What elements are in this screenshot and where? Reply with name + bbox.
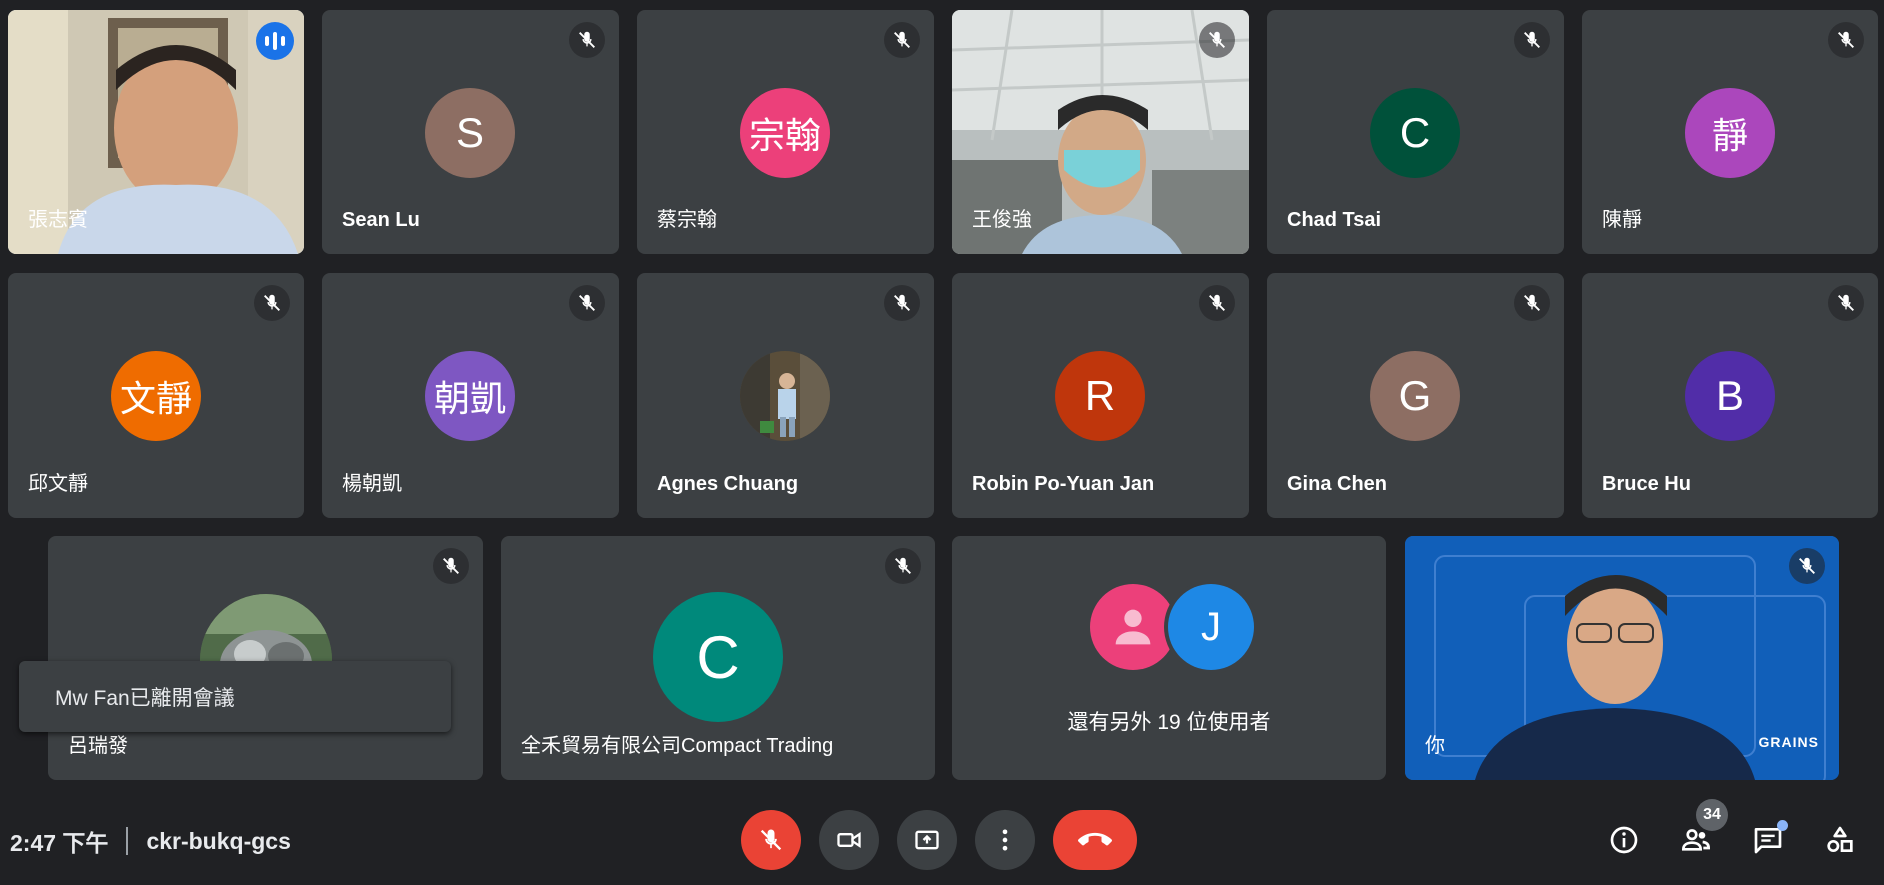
mic-off-icon bbox=[1828, 285, 1864, 321]
mic-off-icon bbox=[433, 548, 469, 584]
participant-name: Bruce Hu bbox=[1602, 473, 1691, 495]
activities-button[interactable] bbox=[1820, 820, 1860, 860]
others-tile[interactable]: J 還有另外 19 位使用者 bbox=[952, 536, 1386, 780]
participant-tile-8[interactable]: 朝凱 楊朝凱 bbox=[322, 273, 619, 518]
mic-off-icon bbox=[1199, 22, 1235, 58]
participant-name: 你 bbox=[1425, 735, 1445, 757]
participant-tile-1[interactable]: 張志賓 bbox=[8, 10, 304, 254]
avatar: R bbox=[1055, 351, 1145, 441]
participant-tile-5[interactable]: C Chad Tsai bbox=[1267, 10, 1564, 254]
mic-off-icon bbox=[884, 22, 920, 58]
leave-call-button[interactable] bbox=[1053, 810, 1137, 870]
participant-name: 楊朝凱 bbox=[342, 473, 402, 495]
avatar: C bbox=[1370, 88, 1460, 178]
participant-tile-10[interactable]: R Robin Po-Yuan Jan bbox=[952, 273, 1249, 518]
videocam-icon bbox=[837, 831, 861, 849]
avatar: G bbox=[1370, 351, 1460, 441]
mic-off-icon bbox=[569, 22, 605, 58]
mic-off-icon bbox=[254, 285, 290, 321]
person-icon bbox=[1090, 584, 1176, 670]
avatar: J bbox=[1168, 584, 1254, 670]
call-end-icon bbox=[1078, 832, 1112, 846]
mic-off-icon bbox=[884, 285, 920, 321]
participant-tile-3[interactable]: 宗翰 蔡宗翰 bbox=[637, 10, 934, 254]
meeting-code: ckr-bukq-gcs bbox=[146, 827, 291, 854]
participant-tile-9[interactable]: Agnes Chuang bbox=[637, 273, 934, 518]
participant-name: 邱文靜 bbox=[28, 473, 88, 495]
chat-notification-dot bbox=[1777, 820, 1788, 831]
separator bbox=[126, 827, 129, 855]
mic-toggle-button[interactable] bbox=[741, 810, 801, 870]
info-icon bbox=[1610, 826, 1638, 854]
participant-tile-14[interactable]: C 全禾貿易有限公司Compact Trading bbox=[501, 536, 935, 780]
toast-notification: Mw Fan已離開會議 bbox=[19, 661, 451, 732]
self-tile[interactable]: GRAINS 你 bbox=[1405, 536, 1839, 780]
mic-off-icon bbox=[1199, 285, 1235, 321]
participant-name: Gina Chen bbox=[1287, 473, 1388, 495]
participant-name: 蔡宗翰 bbox=[657, 209, 717, 231]
participant-name: Agnes Chuang bbox=[657, 473, 799, 495]
audio-wave-icon bbox=[256, 22, 294, 60]
activities-icon bbox=[1827, 826, 1853, 852]
avatar-photo bbox=[740, 351, 830, 441]
avatar: 宗翰 bbox=[740, 88, 830, 178]
others-count-label: 還有另外 19 位使用者 bbox=[1067, 711, 1271, 734]
avatar: S bbox=[425, 88, 515, 178]
participant-name: 呂瑞發 bbox=[68, 735, 128, 757]
mic-off-icon bbox=[1514, 285, 1550, 321]
participant-tile-6[interactable]: 靜 陳靜 bbox=[1582, 10, 1878, 254]
participant-name: 陳靜 bbox=[1602, 209, 1642, 231]
participant-tile-4[interactable]: 王俊強 bbox=[952, 10, 1249, 254]
mic-off-icon bbox=[760, 829, 782, 851]
participant-name: 王俊強 bbox=[972, 209, 1032, 231]
avatar: 朝凱 bbox=[425, 351, 515, 441]
mic-off-icon bbox=[1828, 22, 1864, 58]
participant-tile-12[interactable]: B Bruce Hu bbox=[1582, 273, 1878, 518]
avatar: 靜 bbox=[1685, 88, 1775, 178]
bottom-bar: 2:47 下午 ckr-bukq-gcs bbox=[0, 790, 1884, 885]
avatar: C bbox=[653, 592, 783, 722]
participant-tile-13[interactable]: 呂瑞發 bbox=[48, 536, 483, 780]
mic-off-icon bbox=[1789, 548, 1825, 584]
participant-tile-11[interactable]: G Gina Chen bbox=[1267, 273, 1564, 518]
participant-count-badge: 34 bbox=[1696, 799, 1728, 831]
participant-tile-2[interactable]: S Sean Lu bbox=[322, 10, 619, 254]
participant-name: 全禾貿易有限公司Compact Trading bbox=[521, 735, 834, 757]
participant-name: Robin Po-Yuan Jan bbox=[972, 473, 1155, 495]
background-text: GRAINS bbox=[1758, 734, 1819, 750]
avatar: 文靜 bbox=[111, 351, 201, 441]
mic-off-icon bbox=[1514, 22, 1550, 58]
toast-message: Mw Fan已離開會議 bbox=[55, 686, 235, 710]
participant-name: 張志賓 bbox=[28, 209, 88, 231]
participant-tile-7[interactable]: 文靜 邱文靜 bbox=[8, 273, 304, 518]
mic-off-icon bbox=[569, 285, 605, 321]
more-options-button[interactable] bbox=[975, 810, 1035, 870]
more-vert-icon bbox=[1002, 829, 1008, 851]
participant-name: Chad Tsai bbox=[1287, 209, 1382, 231]
present-screen-icon bbox=[915, 830, 939, 850]
clock: 2:47 下午 bbox=[10, 830, 109, 856]
meeting-info: 2:47 下午 ckr-bukq-gcs bbox=[10, 824, 291, 858]
meeting-details-button[interactable] bbox=[1604, 820, 1644, 860]
mic-off-icon bbox=[885, 548, 921, 584]
camera-toggle-button[interactable] bbox=[819, 810, 879, 870]
avatar: B bbox=[1685, 351, 1775, 441]
participant-name: Sean Lu bbox=[342, 209, 420, 231]
present-button[interactable] bbox=[897, 810, 957, 870]
